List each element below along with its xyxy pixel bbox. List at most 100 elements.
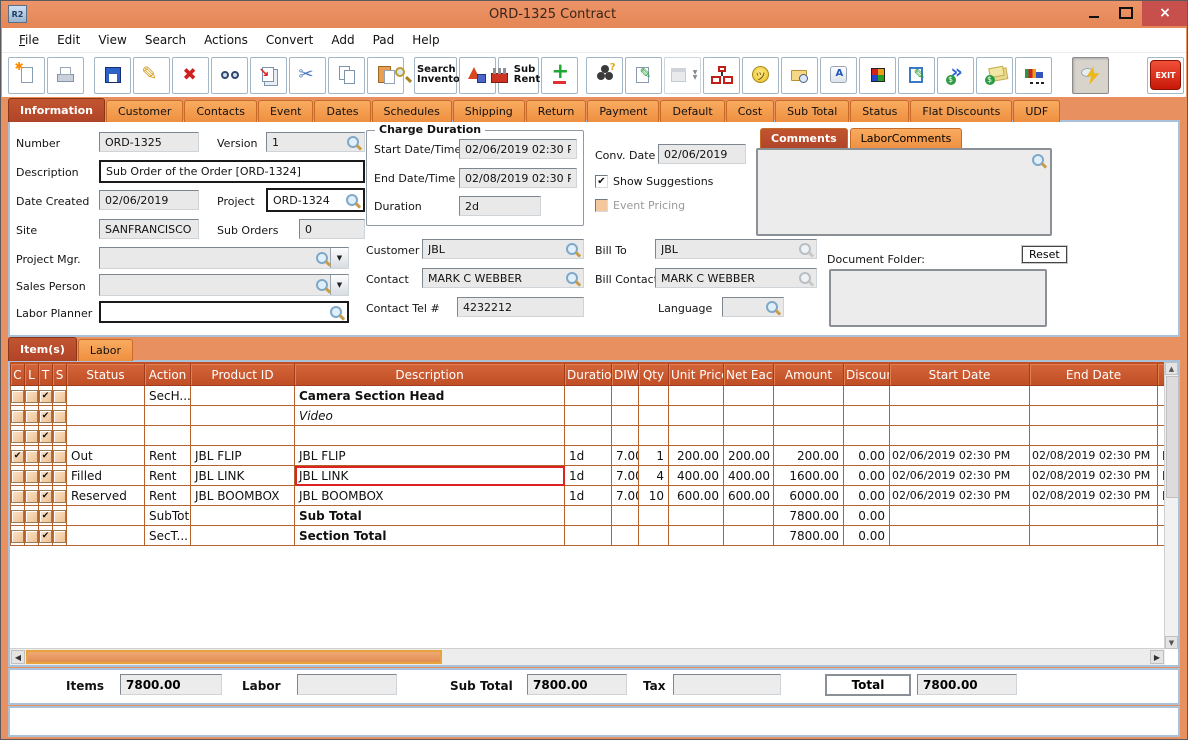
column-header-l[interactable]: L [25,363,39,386]
org-chart-button[interactable] [703,57,740,94]
grid-cell[interactable] [890,426,1030,446]
grid-cell[interactable] [639,506,669,526]
unchecked-checkbox[interactable] [53,470,66,483]
scroll-right-icon[interactable]: ▶ [1150,650,1164,664]
customer-field[interactable] [426,243,565,256]
grid-cell[interactable]: JBL LINK [295,466,565,486]
dollar-forward-button[interactable] [937,57,974,94]
vertical-scroll-thumb[interactable] [1166,376,1179,498]
column-header-action[interactable]: Action [145,363,191,386]
grid-cell[interactable] [639,386,669,406]
grid-cell[interactable]: 7800.00 [774,506,844,526]
grid-cell[interactable] [565,506,612,526]
grid-cell[interactable]: 1d [565,466,612,486]
grid-cell[interactable] [565,406,612,426]
search-icon[interactable] [765,300,780,315]
grid-cell[interactable] [191,526,295,546]
comments-textarea[interactable] [756,148,1052,236]
unchecked-checkbox[interactable] [53,450,66,463]
grid-cell[interactable]: 02/08/2019 02:30 PM [1030,466,1158,486]
grid-cell[interactable] [724,386,774,406]
row-checkbox-cell[interactable] [53,506,67,526]
tab-shipping[interactable]: Shipping [453,100,525,122]
grid-cell[interactable]: Camera Section Head [295,386,565,406]
checked-checkbox[interactable]: ✔ [11,450,24,463]
grid-cell[interactable]: Sub Total [295,506,565,526]
unchecked-checkbox[interactable] [25,430,38,443]
grid-cell[interactable] [67,426,145,446]
exit-button[interactable]: EXIT [1147,57,1184,94]
tab-payment[interactable]: Payment [587,100,659,122]
money-button[interactable] [976,57,1013,94]
project-field[interactable] [271,194,345,207]
grid-cell[interactable] [145,406,191,426]
grid-cell[interactable] [145,426,191,446]
row-checkbox-cell[interactable] [11,466,25,486]
row-checkbox-cell[interactable]: ✔ [39,466,53,486]
tab-status[interactable]: Status [850,100,909,122]
grid-cell[interactable]: 0.00 [844,486,890,506]
grid-cell[interactable] [67,406,145,426]
duration-field[interactable] [463,200,537,213]
grid-cell[interactable] [67,386,145,406]
column-header-discount[interactable]: Discount [844,363,890,386]
grid-cell[interactable] [565,426,612,446]
unchecked-checkbox[interactable] [53,510,66,523]
sales-person-field[interactable] [103,279,315,292]
grid-cell[interactable]: 02/08/2019 02:30 PM [1030,446,1158,466]
lightning-button[interactable] [1072,57,1109,94]
horizontal-scrollbar[interactable]: ◀ ▶ [10,648,1165,665]
row-checkbox-cell[interactable]: ✔ [39,386,53,406]
date-created-field[interactable] [103,194,195,207]
horizontal-scroll-thumb[interactable] [26,650,442,664]
row-checkbox-cell[interactable] [25,506,39,526]
grid-cell[interactable]: 10 [639,486,669,506]
checked-checkbox[interactable]: ✔ [39,410,52,423]
conv-date-field[interactable] [662,148,742,161]
unchecked-checkbox[interactable] [25,470,38,483]
grid-cell[interactable]: Reserved [67,486,145,506]
grid-cell[interactable] [724,406,774,426]
tab-udf[interactable]: UDF [1013,100,1060,122]
grid-cell[interactable]: 02/06/2019 02:30 PM [890,466,1030,486]
grid-cell[interactable] [890,526,1030,546]
grid-cell[interactable] [890,406,1030,426]
grid-cell[interactable] [191,426,295,446]
search-icon[interactable] [1031,153,1046,168]
vertical-scrollbar[interactable]: ▲ ▼ [1164,362,1178,649]
grid-cell[interactable] [639,426,669,446]
grid-cell[interactable]: 7.00 [612,486,639,506]
grid-cell[interactable] [67,526,145,546]
grid-cell[interactable] [890,386,1030,406]
menu-convert[interactable]: Convert [257,30,322,50]
row-checkbox-cell[interactable]: ✔ [39,526,53,546]
grid-cell[interactable] [612,526,639,546]
grid-cell[interactable]: JBL BOOMBOX [295,486,565,506]
note-edit-button[interactable] [898,57,935,94]
menu-pad[interactable]: Pad [364,30,404,50]
new-document-button[interactable] [8,57,45,94]
unchecked-checkbox[interactable] [25,410,38,423]
search-icon[interactable] [346,135,361,150]
grid-cell[interactable] [1030,426,1158,446]
row-checkbox-cell[interactable] [53,486,67,506]
column-header-net-each[interactable]: Net Each [724,363,774,386]
row-checkbox-cell[interactable] [11,406,25,426]
column-header-end-date[interactable]: End Date [1030,363,1158,386]
maximize-button[interactable] [1110,0,1142,26]
grid-cell[interactable] [890,506,1030,526]
grid-cell[interactable]: 200.00 [774,446,844,466]
cube-button[interactable] [859,57,896,94]
checked-checkbox[interactable]: ✔ [39,390,52,403]
grid-cell[interactable]: 4 [639,466,669,486]
row-checkbox-cell[interactable] [25,386,39,406]
menu-search[interactable]: Search [136,30,195,50]
menu-file[interactable]: File [10,30,48,50]
sub-rent-button[interactable]: Sub Rent▼ ▼ [498,57,539,94]
end-datetime-field[interactable] [463,172,573,185]
row-checkbox-cell[interactable] [11,386,25,406]
tab-customer[interactable]: Customer [106,100,183,122]
row-checkbox-cell[interactable]: ✔ [39,426,53,446]
grid-cell[interactable]: 0.00 [844,446,890,466]
grid-cell[interactable]: JBL LINK [191,466,295,486]
